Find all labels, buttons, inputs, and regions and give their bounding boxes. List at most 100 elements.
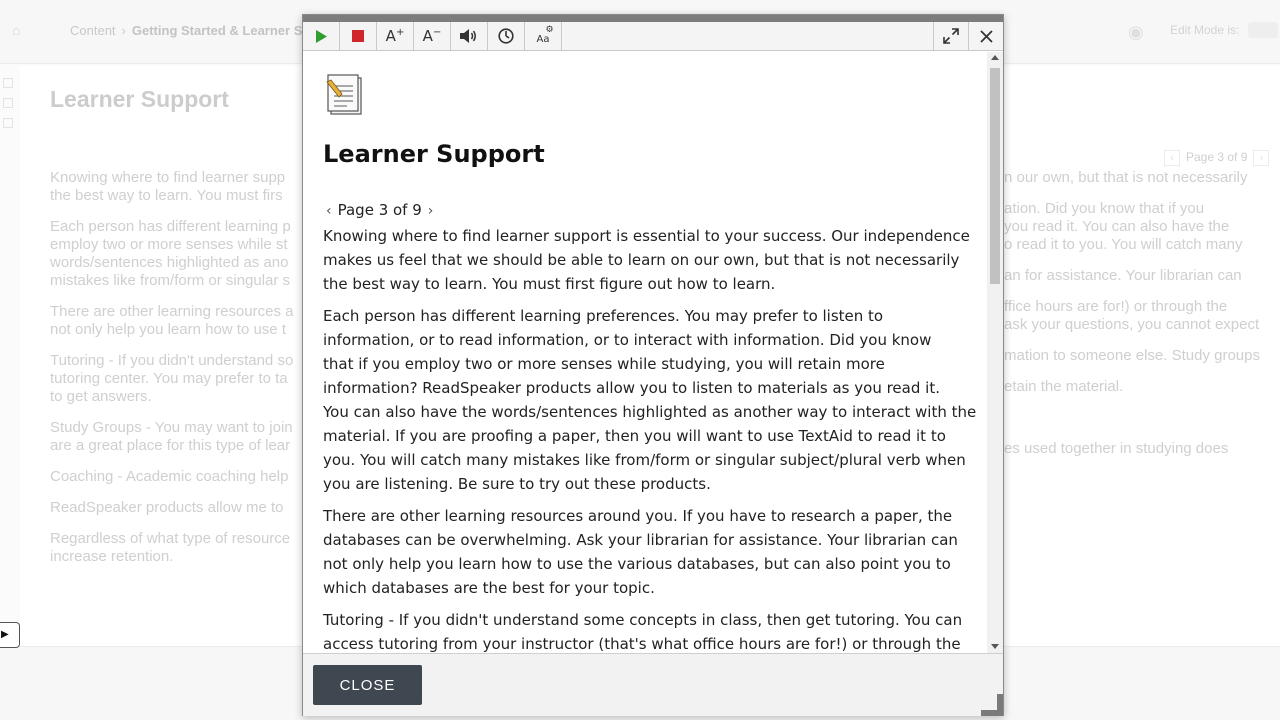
text-line: Tutoring - If you didn't understand so [50,352,294,369]
text-line: There are other learning resources aroun… [323,507,953,525]
text-line: Each person has different learning prefe… [323,307,884,325]
dialog-pager: ‹ Page 3 of 9 › [323,201,436,219]
paragraph: Knowing where to find learner supp the be… [50,169,302,205]
decrease-text-icon: A− [422,27,442,45]
text-line: Knowing where to find learner support is… [323,227,970,245]
floating-play-button[interactable]: ▶ [0,622,20,648]
stop-button[interactable] [340,22,377,50]
readspeaker-dialog: A+ A− Aa ⚙ Learner Support ‹ Page 3 of 9… [302,14,1004,716]
play-button[interactable] [303,22,340,50]
left-rail [0,72,16,138]
rail-icon[interactable] [3,118,13,128]
paragraph: Each person has different learning p empl… [50,218,302,290]
paragraph: Knowing where to find learner support is… [323,224,975,296]
readspeaker-toolbar: A+ A− Aa ⚙ [303,22,1003,51]
text-line: not only help you learn how to use the v… [323,555,951,573]
edit-mode-toggle[interactable] [1248,22,1278,38]
background-page-title: Learner Support [50,86,229,112]
text-line: words/sentences highlighted as ano [50,254,289,271]
dialog-content: Learner Support ‹ Page 3 of 9 › Knowing wh… [303,52,987,669]
scroll-up-arrow-icon[interactable] [991,55,999,60]
paragraph: Coaching - Academic coaching help [50,468,302,486]
breadcrumb-content-link[interactable]: Content [70,23,116,38]
paragraph: Tutoring - If you didn't understand some… [323,608,975,656]
text-line: to get answers. [50,388,152,405]
text-settings-button[interactable]: Aa ⚙ [525,22,562,50]
text-line: which databases are the best for your to… [323,579,655,597]
resize-handle-icon[interactable] [975,688,1003,716]
text-line: ffice hours are for!) or through the [1004,298,1228,315]
dialog-drag-bar[interactable] [303,15,1003,22]
breadcrumb-separator: › [121,23,126,38]
increase-text-button[interactable]: A+ [377,22,414,50]
text-line: There are other learning resources a [50,303,294,320]
dialog-scrollbar[interactable] [987,52,1003,669]
text-line: an for assistance. Your librarian can [1004,267,1242,284]
background-text-right: n our own, but that is not necessarily at… [1004,169,1280,471]
paragraph [1004,409,1280,427]
paragraph: Study Groups - You may want to join are a… [50,419,302,455]
play-icon [316,29,327,43]
text-line: you read it. You can also have the [1004,218,1230,235]
close-button[interactable]: CLOSE [313,665,422,705]
decrease-text-button[interactable]: A− [414,22,451,50]
text-line: increase retention. [50,548,174,565]
text-line: ReadSpeaker products allow me to [50,499,284,516]
expand-button[interactable] [933,22,968,50]
text-line: Coaching - Academic coaching help [50,468,289,485]
increase-text-icon: A+ [385,27,405,45]
home-icon[interactable]: ⌂ [12,22,20,38]
text-settings-icon: Aa ⚙ [536,24,554,45]
expand-icon [943,28,959,44]
paragraph: Each person has different learning prefe… [323,304,976,496]
paragraph: Regardless of what type of resource incre… [50,530,302,566]
paragraph: There are other learning resources aroun… [323,504,975,600]
text-line: tutoring center. You may prefer to ta [50,370,288,387]
scrollbar-thumb[interactable] [990,68,1000,284]
paragraph: ReadSpeaker products allow me to [50,499,302,517]
dialog-title: Learner Support [323,140,545,168]
paragraph: There are other learning resources a not … [50,303,302,339]
breadcrumb: Content › Getting Started & Learner Su [70,23,310,38]
text-line: information, or to read information, or … [323,331,932,349]
rail-icon[interactable] [3,78,13,88]
text-line: material. If you are proofing a paper, t… [323,427,946,445]
speed-button[interactable] [488,22,525,50]
text-line: mistakes like from/form or singular s [50,272,291,289]
speed-icon [498,28,514,44]
text-line: ask your questions, you cannot expect [1004,316,1260,333]
text-line: databases can be overwhelming. Ask your … [323,531,958,549]
text-line: the best way to learn. You must first fi… [323,275,776,293]
background-pager-text: Page 3 of 9 [1186,150,1248,165]
text-line: that if you employ two or more senses wh… [323,355,885,373]
rail-icon[interactable] [3,98,13,108]
paragraph: an for assistance. Your librarian can [1004,267,1280,285]
prev-page-button[interactable]: ‹ [323,203,335,219]
volume-button[interactable] [451,22,488,50]
background-prev-page-button[interactable]: ‹ [1164,150,1180,166]
text-line: Study Groups - You may want to join [50,419,293,436]
dialog-footer: CLOSE [303,653,1003,716]
eye-icon[interactable]: ◉ [1128,22,1144,43]
scroll-down-arrow-icon[interactable] [991,644,999,649]
paragraph: Tutoring - If you didn't understand so tu… [50,352,302,406]
text-line: access tutoring from your instructor (th… [323,635,961,653]
text-line: mation to someone else. Study groups [1004,347,1260,364]
text-line: Knowing where to find learner supp [50,169,286,186]
paragraph: ation. Did you know that if you you read … [1004,200,1280,254]
dialog-body-text: Knowing where to find learner support is… [323,224,976,664]
next-page-button[interactable]: › [425,203,437,219]
text-line: Each person has different learning p [50,218,291,235]
text-line: makes us feel that we should be able to … [323,251,960,269]
paragraph: etain the material. [1004,378,1280,396]
paragraph: n our own, but that is not necessarily [1004,169,1280,187]
page-indicator: Page 3 of 9 [337,201,422,219]
text-line: n our own, but that is not necessarily [1004,169,1248,186]
volume-icon [460,29,476,43]
breadcrumb-current[interactable]: Getting Started & Learner Su [132,23,310,38]
text-line: employ two or more senses while st [50,236,288,253]
background-next-page-button[interactable]: › [1253,150,1270,166]
close-dialog-button[interactable] [968,22,1003,50]
text-line: es used together in studying does [1004,440,1229,457]
document-icon [325,74,367,116]
